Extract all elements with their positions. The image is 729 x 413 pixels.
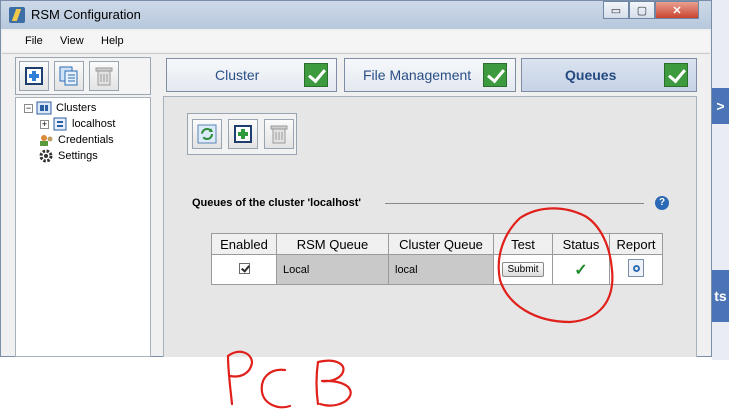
handwritten-letter-c: [260, 368, 292, 409]
handwritten-letter-b: [315, 359, 352, 407]
handwritten-annotation: [226, 207, 614, 409]
handwritten-letter-p: [226, 350, 254, 406]
red-circle-annotation: [497, 207, 614, 324]
